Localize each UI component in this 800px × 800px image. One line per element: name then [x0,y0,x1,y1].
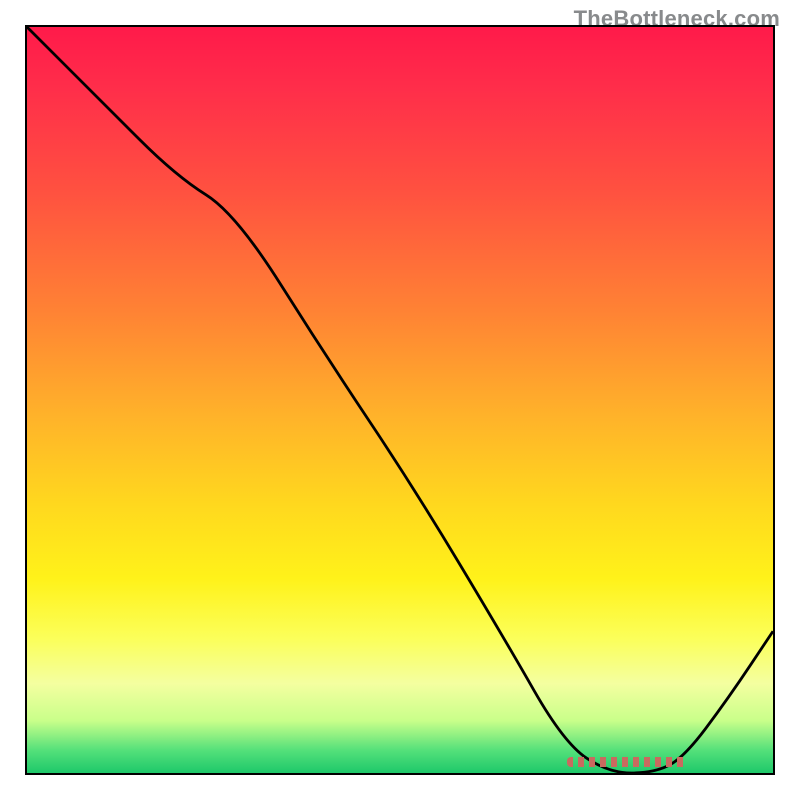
optimal-zone-marker [567,757,687,767]
curve-layer [27,27,773,773]
bottleneck-curve [27,27,773,773]
chart-container: TheBottleneck.com [0,0,800,800]
plot-area [25,25,775,775]
